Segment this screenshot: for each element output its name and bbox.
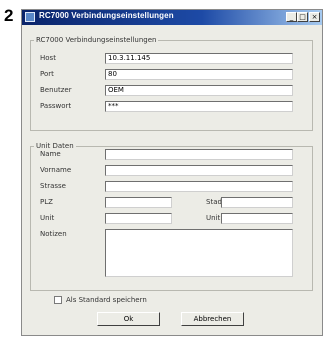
notizen-textarea[interactable] xyxy=(105,229,293,277)
app-icon xyxy=(25,12,35,22)
unitnr-input[interactable] xyxy=(221,213,293,224)
title-bar[interactable]: RC7000 Verbindungseinstellungen _ □ × xyxy=(22,10,322,25)
strasse-input[interactable] xyxy=(105,181,293,192)
dialog-window: RC7000 Verbindungseinstellungen _ □ × RC… xyxy=(21,9,323,336)
user-label: Benutzer xyxy=(40,86,72,94)
unit-legend: Unit Daten xyxy=(36,142,74,150)
cancel-button[interactable]: Abbrechen xyxy=(181,312,244,326)
connection-legend: RC7000 Verbindungseinstellungen xyxy=(36,36,157,44)
host-input[interactable]: 10.3.11.145 xyxy=(105,53,293,64)
strasse-label: Strasse xyxy=(40,182,66,190)
vorname-input[interactable] xyxy=(105,165,293,176)
password-input[interactable]: *** xyxy=(105,101,293,112)
default-label: Als Standard speichern xyxy=(66,296,147,304)
unit-label: Unit xyxy=(40,214,55,222)
step-number: 2 xyxy=(4,6,14,25)
ok-button[interactable]: Ok xyxy=(97,312,160,326)
default-checkbox[interactable] xyxy=(54,296,62,304)
connection-group: RC7000 Verbindungseinstellungen xyxy=(30,36,313,131)
stadt-input[interactable] xyxy=(221,197,293,208)
plz-input[interactable] xyxy=(105,197,172,208)
port-input[interactable]: 80 xyxy=(105,69,293,80)
minimize-button[interactable]: _ xyxy=(286,12,297,22)
window-title: RC7000 Verbindungseinstellungen xyxy=(39,11,174,20)
user-input[interactable]: OEM xyxy=(105,85,293,96)
vorname-label: Vorname xyxy=(40,166,72,174)
name-input[interactable] xyxy=(105,149,293,160)
close-button[interactable]: × xyxy=(309,12,320,22)
plz-label: PLZ xyxy=(40,198,53,206)
password-label: Passwort xyxy=(40,102,72,110)
host-label: Host xyxy=(40,54,56,62)
port-label: Port xyxy=(40,70,54,78)
maximize-button[interactable]: □ xyxy=(297,12,308,22)
unit-input[interactable] xyxy=(105,213,172,224)
name-label: Name xyxy=(40,150,61,158)
notizen-label: Notizen xyxy=(40,230,67,238)
